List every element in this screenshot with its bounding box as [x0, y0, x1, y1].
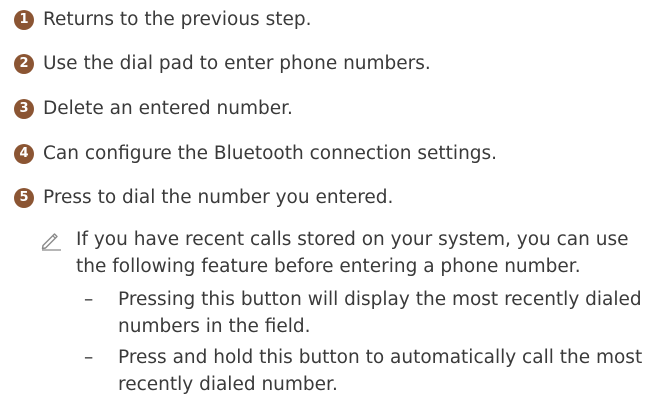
- bullet-dash: –: [84, 347, 94, 368]
- step-1-text: Returns to the previous step.: [43, 9, 312, 30]
- step-1-badge: 1: [14, 10, 34, 30]
- step-1: 1 Returns to the previous step.: [14, 8, 311, 32]
- bullet-dash: –: [84, 289, 94, 310]
- pencil-icon: [41, 233, 61, 251]
- step-3-text: Delete an entered number.: [43, 98, 293, 119]
- note-bullet-2-text: Press and hold this button to automatica…: [118, 347, 643, 395]
- step-2-badge: 2: [14, 54, 34, 74]
- step-3-badge: 3: [14, 99, 34, 119]
- step-2: 2 Use the dial pad to enter phone number…: [14, 52, 431, 76]
- step-4-badge: 4: [14, 144, 34, 164]
- step-2-text: Use the dial pad to enter phone numbers.: [43, 53, 431, 74]
- step-5: 5 Press to dial the number you entered.: [14, 186, 393, 210]
- manual-page: 1 Returns to the previous step. 2 Use th…: [0, 0, 657, 404]
- step-5-badge: 5: [14, 188, 34, 208]
- step-3: 3 Delete an entered number.: [14, 97, 293, 121]
- note-text: If you have recent calls stored on your …: [76, 229, 629, 277]
- step-4-text: Can configure the Bluetooth connection s…: [43, 143, 498, 164]
- step-5-text: Press to dial the number you entered.: [43, 187, 394, 208]
- note-bullet-1-text: Pressing this button will display the mo…: [118, 289, 642, 337]
- step-4: 4 Can configure the Bluetooth connection…: [14, 142, 497, 166]
